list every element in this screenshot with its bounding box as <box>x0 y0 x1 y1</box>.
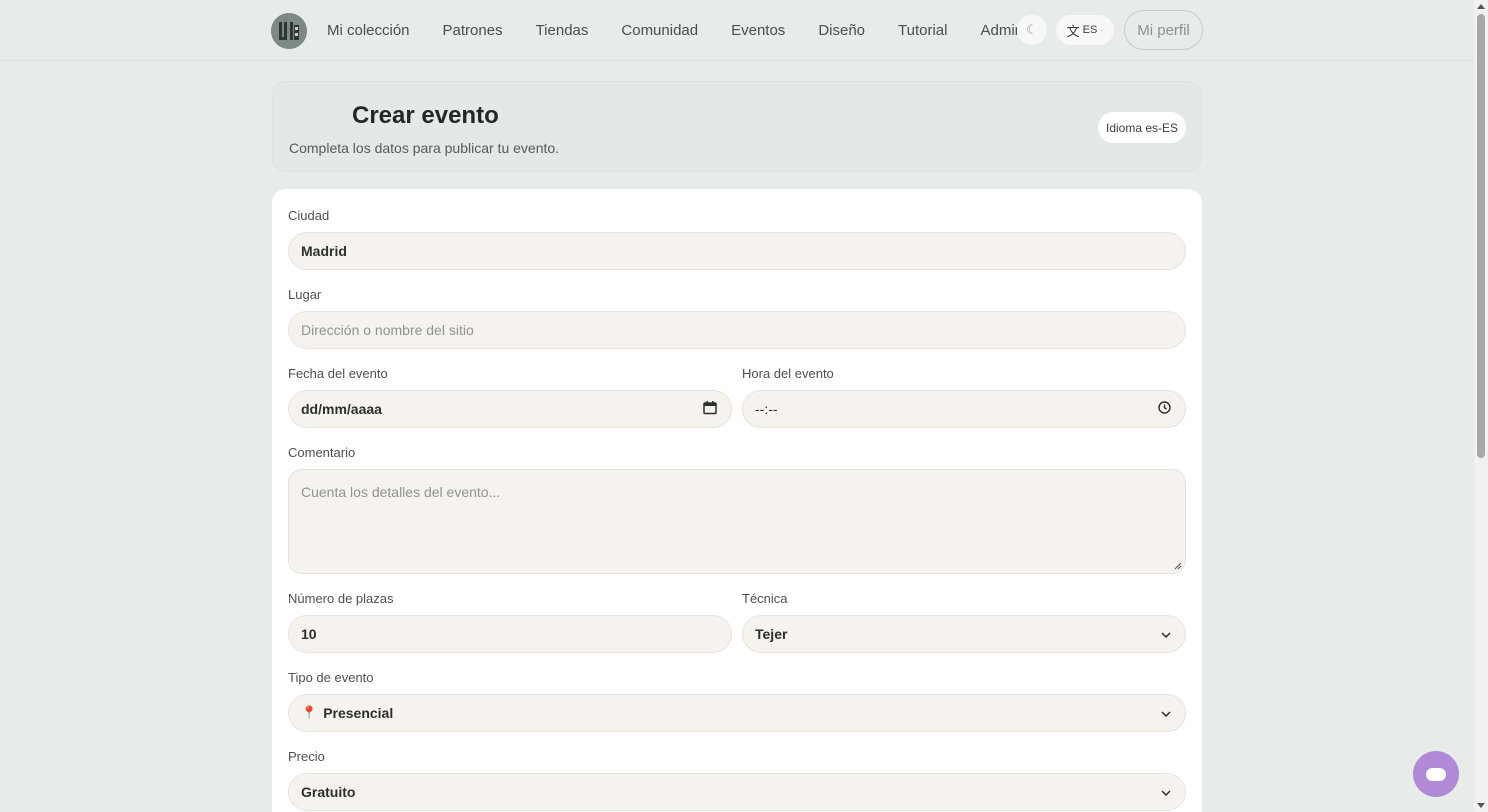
technique-label: Técnica <box>742 591 788 606</box>
chevron-down-icon: · <box>1100 25 1104 35</box>
top-navigation: Mi colección Patrones Tiendas Comunidad … <box>0 0 1474 61</box>
page-scrollbar[interactable] <box>1474 0 1488 812</box>
map-pin-icon: 📍 <box>301 705 318 720</box>
comment-label: Comentario <box>288 445 356 460</box>
chat-bubble-icon <box>1426 767 1446 781</box>
place-input[interactable]: Dirección o nombre del sitio <box>288 311 1186 349</box>
date-value: dd/mm/aaaa <box>301 401 382 417</box>
translate-icon: 文 <box>1066 24 1080 40</box>
language-code: ES <box>1082 24 1098 36</box>
city-label: Ciudad <box>288 208 330 223</box>
event-type-select[interactable]: 📍 Presencial <box>288 694 1186 732</box>
seats-label: Número de plazas <box>288 591 394 606</box>
page-header-card: Crear evento Completa los datos para pub… <box>272 81 1202 172</box>
place-label: Lugar <box>288 287 322 302</box>
city-value: Madrid <box>301 243 347 259</box>
seats-input[interactable]: 10 <box>288 615 732 653</box>
scroll-down-arrow-icon[interactable] <box>1477 803 1485 808</box>
resize-grip-icon[interactable] <box>1174 562 1182 570</box>
time-label: Hora del evento <box>742 366 834 381</box>
price-value: Gratuito <box>301 784 356 800</box>
price-select[interactable]: Gratuito <box>288 773 1186 811</box>
date-label: Fecha del evento <box>288 366 388 381</box>
chevron-down-icon <box>1161 785 1171 799</box>
nav-item-diseno[interactable]: Diseño <box>818 22 865 39</box>
page-subtitle: Completa los datos para publicar tu even… <box>289 140 560 156</box>
chevron-down-icon <box>1161 706 1171 720</box>
language-selector-button[interactable]: 文 ES · <box>1056 15 1114 45</box>
comment-placeholder: Cuenta los detalles del evento... <box>301 484 501 500</box>
time-input[interactable]: --:-- <box>742 390 1186 428</box>
event-form: Ciudad Madrid Lugar Dirección o nombre d… <box>272 189 1202 812</box>
nav-item-comunidad[interactable]: Comunidad <box>621 22 698 39</box>
theme-toggle-button[interactable]: ☾ <box>1017 15 1047 45</box>
event-type-value: Presencial <box>323 705 394 721</box>
time-value: --:-- <box>755 401 778 417</box>
nav-item-mi-coleccion[interactable]: Mi colección <box>327 22 410 39</box>
scroll-up-arrow-icon[interactable] <box>1477 4 1485 9</box>
place-placeholder: Dirección o nombre del sitio <box>301 322 474 338</box>
chevron-down-icon <box>1161 627 1171 641</box>
event-type-label: Tipo de evento <box>288 670 374 685</box>
yarn-logo-icon <box>271 13 307 49</box>
scrollbar-thumb[interactable] <box>1477 14 1485 458</box>
main-nav: Mi colección Patrones Tiendas Comunidad … <box>327 0 1056 61</box>
locale-badge: Idioma es-ES <box>1098 112 1186 143</box>
nav-item-patrones[interactable]: Patrones <box>443 22 503 39</box>
chat-button[interactable] <box>1413 751 1459 797</box>
city-input[interactable]: Madrid <box>288 232 1186 270</box>
nav-item-tiendas[interactable]: Tiendas <box>536 22 589 39</box>
profile-button[interactable]: Mi perfil <box>1124 10 1203 50</box>
page-title: Crear evento <box>352 102 499 129</box>
comment-textarea[interactable]: Cuenta los detalles del evento... <box>288 469 1186 574</box>
price-label: Precio <box>288 749 325 764</box>
seats-value: 10 <box>301 626 317 642</box>
nav-item-eventos[interactable]: Eventos <box>731 22 785 39</box>
clock-icon[interactable] <box>1158 401 1171 417</box>
nav-item-tutorial[interactable]: Tutorial <box>898 22 947 39</box>
technique-select[interactable]: Tejer <box>742 615 1186 653</box>
technique-value: Tejer <box>755 626 788 642</box>
date-input[interactable]: dd/mm/aaaa <box>288 390 732 428</box>
app-logo[interactable] <box>271 13 307 49</box>
calendar-icon[interactable] <box>703 401 717 418</box>
moon-icon: ☾ <box>1026 22 1038 37</box>
